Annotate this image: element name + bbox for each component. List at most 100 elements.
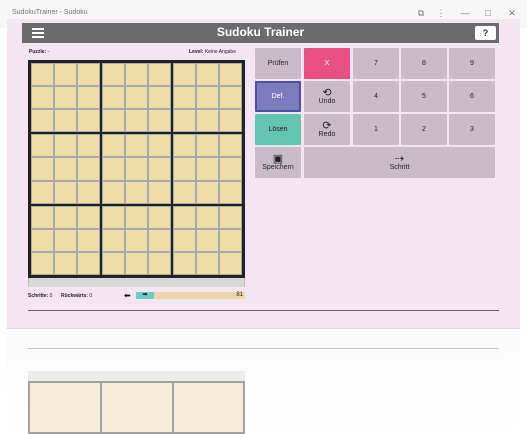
sudoku-cell[interactable]	[31, 63, 54, 87]
sudoku-cell[interactable]	[31, 86, 54, 110]
sudoku-cell[interactable]	[31, 109, 54, 133]
sudoku-cell[interactable]	[196, 109, 219, 133]
digit-button-9[interactable]: 9	[449, 48, 495, 79]
sudoku-cell[interactable]	[125, 134, 148, 158]
sudoku-cell[interactable]	[102, 86, 125, 110]
sudoku-cell[interactable]	[102, 180, 125, 204]
sudoku-cell[interactable]	[54, 205, 77, 229]
sudoku-cell[interactable]	[31, 157, 54, 181]
sudoku-cell[interactable]	[148, 205, 171, 229]
sudoku-cell[interactable]	[54, 180, 77, 204]
sudoku-cell[interactable]	[196, 157, 219, 181]
sudoku-cell[interactable]	[77, 205, 100, 229]
more-options-icon[interactable]: ⋮	[434, 6, 448, 20]
sudoku-cell[interactable]	[125, 180, 148, 204]
sudoku-cell[interactable]	[125, 109, 148, 133]
loesen-button[interactable]: Lösen	[255, 114, 301, 145]
digit-button-4[interactable]: 4	[353, 81, 399, 112]
sudoku-cell[interactable]	[31, 134, 54, 158]
sudoku-cell[interactable]	[173, 228, 196, 252]
sudoku-cell[interactable]	[77, 63, 100, 87]
sudoku-cell[interactable]	[77, 180, 100, 204]
pruefen-button[interactable]: Prüfen	[255, 48, 301, 79]
sudoku-cell[interactable]	[173, 157, 196, 181]
sudoku-cell[interactable]	[196, 205, 219, 229]
sudoku-cell[interactable]	[219, 205, 242, 229]
sudoku-cell[interactable]	[102, 251, 125, 275]
save-button[interactable]: ▣ Speichern	[255, 147, 301, 178]
sudoku-cell[interactable]	[173, 134, 196, 158]
sudoku-cell[interactable]	[31, 251, 54, 275]
sudoku-cell[interactable]	[54, 228, 77, 252]
close-button[interactable]: ✕	[505, 6, 519, 20]
digit-button-1[interactable]: 1	[353, 114, 399, 145]
sudoku-cell[interactable]	[148, 86, 171, 110]
sudoku-cell[interactable]	[102, 63, 125, 87]
sudoku-cell[interactable]	[196, 228, 219, 252]
sudoku-cell[interactable]	[148, 228, 171, 252]
sudoku-cell[interactable]	[219, 63, 242, 87]
digit-button-2[interactable]: 2	[401, 114, 447, 145]
digit-button-8[interactable]: 8	[401, 48, 447, 79]
digit-button-7[interactable]: 7	[353, 48, 399, 79]
sudoku-cell[interactable]	[77, 109, 100, 133]
digit-button-6[interactable]: 6	[449, 81, 495, 112]
sudoku-cell[interactable]	[148, 251, 171, 275]
sudoku-cell[interactable]	[77, 134, 100, 158]
sudoku-cell[interactable]	[173, 251, 196, 275]
sudoku-cell[interactable]	[173, 63, 196, 87]
maximize-button[interactable]: □	[481, 6, 495, 20]
help-button[interactable]: ?	[475, 26, 496, 40]
sudoku-cell[interactable]	[173, 180, 196, 204]
step-back-button[interactable]: ⬅	[124, 291, 131, 300]
sudoku-cell[interactable]	[102, 205, 125, 229]
minimize-button[interactable]: —	[458, 6, 472, 20]
sudoku-cell[interactable]	[219, 180, 242, 204]
sudoku-cell[interactable]	[125, 228, 148, 252]
sudoku-cell[interactable]	[54, 157, 77, 181]
digit-button-5[interactable]: 5	[401, 81, 447, 112]
def-button[interactable]: Def.	[255, 81, 301, 112]
board-scrollbar[interactable]	[28, 278, 245, 287]
sudoku-cell[interactable]	[102, 157, 125, 181]
sudoku-cell[interactable]	[219, 228, 242, 252]
sudoku-cell[interactable]	[31, 205, 54, 229]
sudoku-cell[interactable]	[219, 251, 242, 275]
sudoku-cell[interactable]	[173, 86, 196, 110]
sudoku-cell[interactable]	[148, 109, 171, 133]
sudoku-cell[interactable]	[125, 251, 148, 275]
sudoku-cell[interactable]	[54, 251, 77, 275]
sudoku-cell[interactable]	[102, 109, 125, 133]
sudoku-cell[interactable]	[31, 228, 54, 252]
sudoku-cell[interactable]	[54, 86, 77, 110]
redo-button[interactable]: ⟳ Redo	[304, 114, 350, 145]
sudoku-cell[interactable]	[173, 109, 196, 133]
sudoku-cell[interactable]	[219, 157, 242, 181]
clear-x-button[interactable]: X	[304, 48, 350, 79]
sudoku-cell[interactable]	[148, 134, 171, 158]
sudoku-cell[interactable]	[219, 109, 242, 133]
sudoku-cell[interactable]	[125, 205, 148, 229]
sudoku-cell[interactable]	[196, 86, 219, 110]
sudoku-cell[interactable]	[125, 157, 148, 181]
sudoku-cell[interactable]	[219, 134, 242, 158]
sudoku-cell[interactable]	[125, 63, 148, 87]
undo-button[interactable]: ⟲ Undo	[304, 81, 350, 112]
sudoku-cell[interactable]	[173, 205, 196, 229]
sudoku-cell[interactable]	[196, 63, 219, 87]
sudoku-cell[interactable]	[54, 109, 77, 133]
sudoku-cell[interactable]	[219, 86, 242, 110]
step-button[interactable]: ⇢ Schritt	[304, 147, 495, 178]
step-forward-button[interactable]: ➡	[136, 292, 154, 299]
sudoku-cell[interactable]	[148, 157, 171, 181]
sudoku-cell[interactable]	[54, 63, 77, 87]
sudoku-cell[interactable]	[102, 134, 125, 158]
sudoku-cell[interactable]	[148, 180, 171, 204]
sudoku-cell[interactable]	[148, 63, 171, 87]
sudoku-cell[interactable]	[77, 157, 100, 181]
sudoku-cell[interactable]	[31, 180, 54, 204]
digit-button-3[interactable]: 3	[449, 114, 495, 145]
sudoku-cell[interactable]	[77, 251, 100, 275]
sudoku-cell[interactable]	[196, 180, 219, 204]
extension-icon[interactable]: ⧉	[414, 6, 428, 20]
